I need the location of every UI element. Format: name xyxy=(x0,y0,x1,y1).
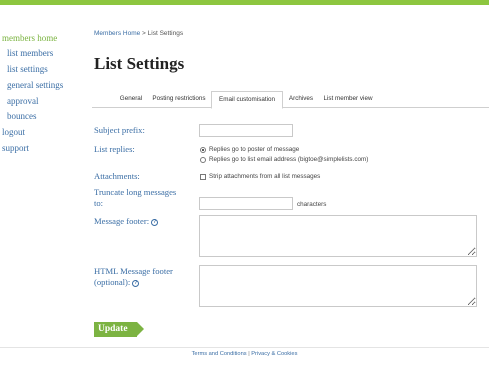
replies-to-poster-radio[interactable] xyxy=(200,146,206,153)
terms-link[interactable]: Terms and Conditions xyxy=(192,351,247,357)
sidebar-item-logout[interactable]: logout xyxy=(2,127,25,137)
tab-list-member-view[interactable]: List member view xyxy=(320,91,376,108)
subject-prefix-input[interactable] xyxy=(199,124,293,137)
strip-attachments-option[interactable]: Strip attachments from all list messages xyxy=(200,173,320,180)
replies-to-list-option[interactable]: Replies go to list email address (bigtoe… xyxy=(200,156,368,163)
list-replies-label: List replies: xyxy=(94,144,135,154)
sidebar-item-list-members[interactable]: list members xyxy=(7,48,53,58)
help-icon[interactable]: ? xyxy=(132,279,140,287)
truncate-unit: characters xyxy=(297,201,327,208)
attachments-label: Attachments: xyxy=(94,171,140,181)
sidebar-item-support[interactable]: support xyxy=(2,143,29,153)
help-icon[interactable]: ? xyxy=(151,219,159,226)
page-title: List Settings xyxy=(94,54,185,73)
html-footer-textarea[interactable] xyxy=(199,265,477,307)
tab-email-customisation[interactable]: Email customisation xyxy=(211,91,283,109)
privacy-link[interactable]: Privacy & Cookies xyxy=(251,351,297,357)
sidebar-item-members-home[interactable]: members home xyxy=(2,33,57,43)
sidebar-item-bounces[interactable]: bounces xyxy=(7,111,37,121)
footer-separator: | xyxy=(248,351,250,357)
tab-posting-restrictions[interactable]: Posting restrictions xyxy=(149,91,209,108)
update-button[interactable]: Update xyxy=(94,322,144,337)
sidebar-item-approval[interactable]: approval xyxy=(7,96,39,106)
truncate-length-input[interactable] xyxy=(199,197,293,210)
truncate-label-line1: Truncate long messages xyxy=(94,187,177,197)
html-footer-label-line2: (optional): xyxy=(94,276,131,287)
html-footer-label-line1: HTML Message footer xyxy=(94,266,173,276)
tab-general[interactable]: General xyxy=(116,91,146,108)
sidebar-item-list-settings[interactable]: list settings xyxy=(7,64,48,74)
breadcrumb-current: List Settings xyxy=(147,30,184,37)
top-accent-bar xyxy=(0,0,489,5)
message-footer-label-wrap: Message footer:? xyxy=(94,216,159,227)
message-footer-textarea[interactable] xyxy=(199,215,477,257)
tab-archives[interactable]: Archives xyxy=(286,91,316,108)
truncate-label: Truncate long messages to: xyxy=(94,187,176,208)
replies-to-poster-label: Replies go to poster of message xyxy=(209,146,300,153)
breadcrumb-home-link[interactable]: Members Home xyxy=(94,30,140,37)
sidebar-item-general-settings[interactable]: general settings xyxy=(7,80,63,90)
breadcrumb: Members Home > List Settings xyxy=(94,30,183,37)
update-button-arrow xyxy=(137,322,144,336)
strip-attachments-checkbox[interactable] xyxy=(200,173,206,180)
strip-attachments-label: Strip attachments from all list messages xyxy=(209,173,321,180)
settings-tabs: General Posting restrictions Email custo… xyxy=(92,91,489,109)
footer: Terms and Conditions | Privacy & Cookies xyxy=(0,351,489,357)
update-button-label: Update xyxy=(98,324,128,334)
html-footer-label-wrap: HTML Message footer (optional):? xyxy=(94,266,173,287)
truncate-label-line2: to: xyxy=(94,197,104,208)
footer-divider xyxy=(0,347,489,348)
replies-to-poster-option[interactable]: Replies go to poster of message xyxy=(200,146,299,153)
breadcrumb-separator: > xyxy=(142,30,146,37)
message-footer-label: Message footer: xyxy=(94,216,150,226)
replies-to-list-radio[interactable] xyxy=(200,156,206,163)
subject-prefix-label: Subject prefix: xyxy=(94,125,145,135)
replies-to-list-label: Replies go to list email address (bigtoe… xyxy=(209,156,369,163)
